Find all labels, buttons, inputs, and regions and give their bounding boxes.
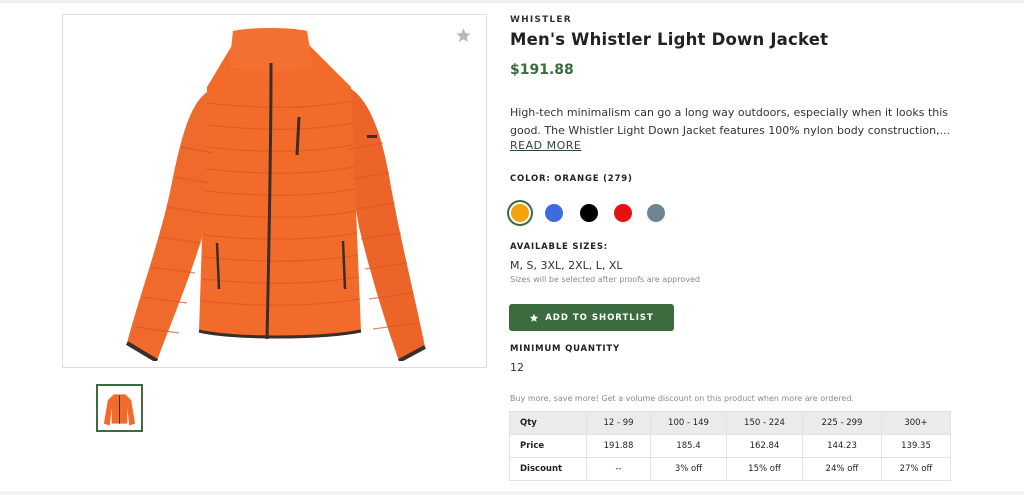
price-cell: 185.4 — [650, 434, 727, 458]
sizes-note: Sizes will be selected after proofs are … — [510, 275, 700, 284]
table-row-price: Price 191.88 185.4 162.84 144.23 139.35 — [509, 434, 951, 458]
add-to-shortlist-label: ADD TO SHORTLIST — [545, 312, 654, 323]
available-sizes: M, S, 3XL, 2XL, L, XL — [510, 259, 623, 272]
price-cell: 139.35 — [881, 434, 951, 458]
table-row-discount: Discount -- 3% off 15% off 24% off 27% o… — [509, 457, 951, 481]
discount-cell: 3% off — [650, 457, 727, 481]
bottom-border — [0, 491, 1024, 495]
header-qty: Qty — [509, 411, 587, 435]
discount-cell: 15% off — [726, 457, 803, 481]
read-more-link[interactable]: READ MORE — [510, 139, 581, 152]
swatch-orange[interactable] — [511, 204, 529, 222]
star-icon — [530, 313, 539, 322]
row-label: Price — [509, 434, 587, 458]
top-border — [0, 0, 1024, 3]
product-title: Men's Whistler Light Down Jacket — [510, 30, 829, 49]
price-cell: 191.88 — [586, 434, 651, 458]
product-image-panel — [62, 14, 487, 368]
sizes-label: AVAILABLE SIZES: — [510, 242, 608, 252]
product-price: $191.88 — [510, 62, 574, 78]
header-tier: 12 - 99 — [586, 411, 651, 435]
star-icon[interactable] — [455, 27, 472, 44]
brand-name: WHISTLER — [510, 15, 572, 25]
discount-cell: 27% off — [881, 457, 951, 481]
discount-cell: 24% off — [802, 457, 882, 481]
price-cell: 162.84 — [726, 434, 803, 458]
product-image — [125, 28, 426, 361]
add-to-shortlist-button[interactable]: ADD TO SHORTLIST — [509, 304, 674, 331]
table-header-row: Qty 12 - 99 100 - 149 150 - 224 225 - 29… — [509, 411, 951, 435]
volume-discount-note: Buy more, save more! Get a volume discou… — [510, 394, 854, 403]
header-tier: 300+ — [881, 411, 951, 435]
header-tier: 100 - 149 — [650, 411, 727, 435]
color-label: COLOR: ORANGE (279) — [510, 174, 633, 184]
header-tier: 225 - 299 — [802, 411, 882, 435]
thumbnail-jacket — [100, 388, 139, 428]
row-label: Discount — [509, 457, 587, 481]
minimum-quantity-value: 12 — [510, 361, 524, 374]
thumbnail-image[interactable] — [96, 384, 143, 432]
discount-cell: -- — [586, 457, 651, 481]
swatch-grey[interactable] — [647, 204, 665, 222]
minimum-quantity-label: MINIMUM QUANTITY — [510, 344, 620, 354]
swatch-black[interactable] — [580, 204, 598, 222]
swatch-blue[interactable] — [545, 204, 563, 222]
swatch-red[interactable] — [614, 204, 632, 222]
header-tier: 150 - 224 — [726, 411, 803, 435]
product-description: High-tech minimalism can go a long way o… — [510, 106, 951, 137]
price-cell: 144.23 — [802, 434, 882, 458]
volume-pricing-table: Qty 12 - 99 100 - 149 150 - 224 225 - 29… — [509, 411, 951, 481]
